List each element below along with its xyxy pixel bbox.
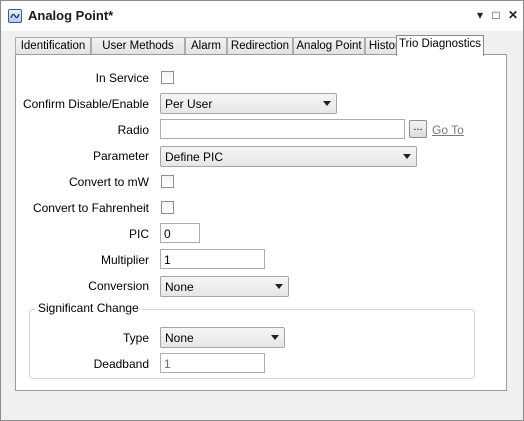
app-icon bbox=[8, 9, 22, 23]
type-label: Type bbox=[122, 331, 149, 345]
convert-to-fahrenheit-label: Convert to Fahrenheit bbox=[32, 201, 149, 215]
type-select[interactable]: None bbox=[160, 327, 285, 348]
pic-field-value: 0 bbox=[164, 227, 171, 241]
convert-to-mw-label: Convert to mW bbox=[68, 175, 149, 189]
close-icon[interactable]: ✕ bbox=[506, 7, 520, 23]
parameter-select-value: Define PIC bbox=[165, 150, 224, 164]
multiplier-field[interactable]: 1 bbox=[160, 249, 265, 269]
minimize-icon[interactable]: ▾ bbox=[473, 7, 487, 23]
confirm-disable-enable-label: Confirm Disable/Enable bbox=[22, 97, 149, 111]
conversion-label: Conversion bbox=[88, 279, 149, 293]
maximize-icon[interactable]: □ bbox=[489, 7, 503, 23]
tab-user-methods[interactable]: User Methods bbox=[91, 37, 185, 54]
go-to-link[interactable]: Go To bbox=[432, 123, 464, 137]
confirm-select-value: Per User bbox=[165, 97, 213, 111]
radio-label: Radio bbox=[117, 123, 149, 137]
pic-label: PIC bbox=[128, 227, 149, 241]
conversion-select-value: None bbox=[165, 280, 194, 294]
tab-redirection[interactable]: Redirection bbox=[227, 37, 293, 54]
tab-identification[interactable]: Identification bbox=[15, 37, 91, 54]
multiplier-label: Multiplier bbox=[100, 253, 149, 267]
deadband-field[interactable]: 1 bbox=[160, 353, 265, 373]
confirm-disable-enable-select[interactable]: Per User bbox=[160, 93, 337, 114]
parameter-label: Parameter bbox=[92, 149, 149, 163]
tab-trio-diagnostics[interactable]: Trio Diagnostics bbox=[396, 35, 484, 56]
convert-to-mw-checkbox[interactable] bbox=[161, 175, 174, 188]
tab-alarm[interactable]: Alarm bbox=[185, 37, 227, 54]
multiplier-field-value: 1 bbox=[164, 253, 171, 267]
significant-change-title: Significant Change bbox=[35, 301, 142, 315]
window-title: Analog Point* bbox=[28, 8, 114, 23]
radio-field[interactable] bbox=[160, 119, 405, 139]
chevron-down-icon bbox=[271, 335, 279, 340]
trio-diagnostics-panel: In Service Confirm Disable/Enable Per Us… bbox=[15, 54, 507, 391]
convert-to-fahrenheit-checkbox[interactable] bbox=[161, 201, 174, 214]
tab-analog-point[interactable]: Analog Point bbox=[293, 37, 365, 54]
chevron-down-icon bbox=[323, 101, 331, 106]
deadband-label: Deadband bbox=[93, 357, 149, 371]
in-service-checkbox[interactable] bbox=[161, 71, 174, 84]
type-select-value: None bbox=[165, 331, 194, 345]
deadband-field-value: 1 bbox=[164, 357, 171, 371]
parameter-select[interactable]: Define PIC bbox=[160, 146, 417, 167]
conversion-select[interactable]: None bbox=[160, 276, 289, 297]
in-service-label: In Service bbox=[95, 71, 149, 85]
radio-browse-button[interactable]: ... bbox=[409, 120, 427, 138]
chevron-down-icon bbox=[403, 154, 411, 159]
chevron-down-icon bbox=[275, 284, 283, 289]
title-bar[interactable]: Analog Point* ▾ □ ✕ bbox=[1, 1, 523, 31]
pic-field[interactable]: 0 bbox=[160, 223, 200, 243]
